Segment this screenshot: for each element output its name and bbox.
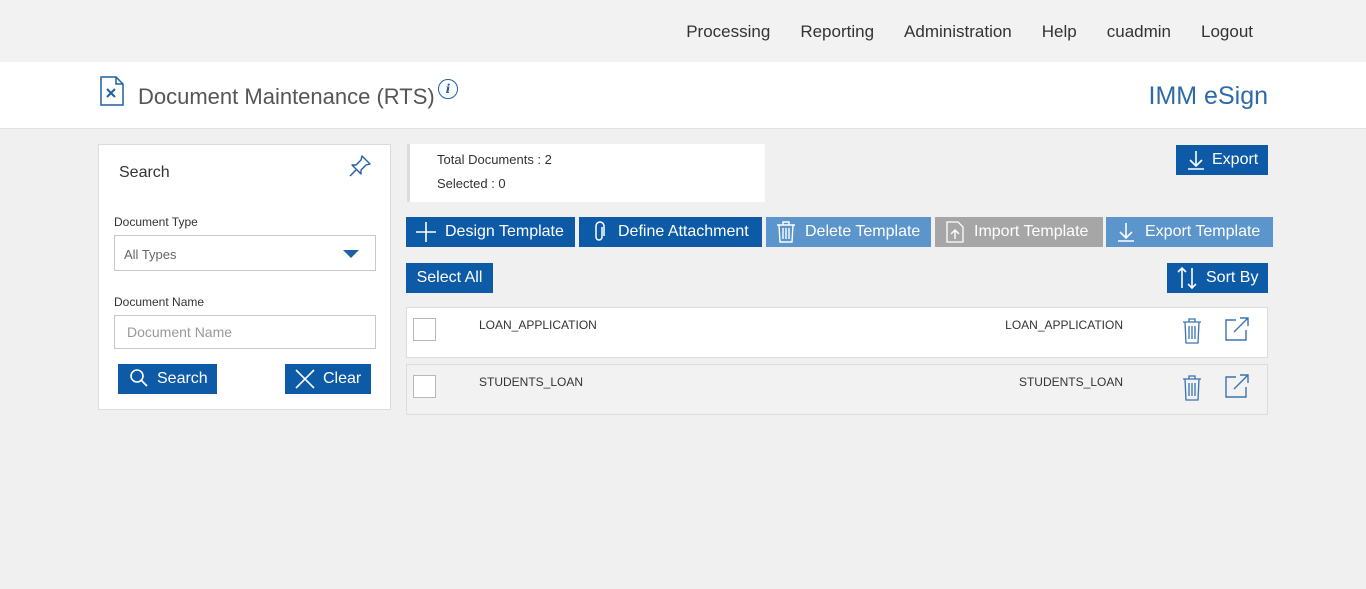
document-tools-icon bbox=[100, 76, 124, 106]
sort-by-label: Sort By bbox=[1206, 269, 1259, 286]
document-name-label: Document Name bbox=[114, 295, 205, 309]
open-external-icon[interactable] bbox=[1224, 373, 1250, 399]
nav-logout[interactable]: Logout bbox=[1201, 22, 1253, 42]
document-name: LOAN_APPLICATION bbox=[479, 318, 597, 332]
paperclip-icon bbox=[595, 221, 605, 241]
delete-template-button[interactable]: Delete Template bbox=[766, 217, 931, 247]
trash-icon bbox=[777, 221, 795, 243]
magnifier-icon bbox=[130, 369, 148, 387]
nav-user[interactable]: cuadmin bbox=[1107, 22, 1171, 42]
document-row[interactable]: STUDENTS_LOAN STUDENTS_LOAN bbox=[406, 364, 1268, 415]
total-documents: Total Documents : 2 bbox=[437, 152, 552, 167]
download-icon bbox=[1118, 223, 1134, 242]
document-title: STUDENTS_LOAN bbox=[1018, 375, 1123, 389]
caret-down-icon bbox=[343, 250, 359, 258]
selected-count: Selected : 0 bbox=[437, 176, 506, 191]
document-row[interactable]: LOAN_APPLICATION LOAN_APPLICATION bbox=[406, 307, 1268, 358]
import-template-button[interactable]: Import Template bbox=[935, 217, 1103, 247]
define-attachment-label: Define Attachment bbox=[618, 223, 749, 240]
page-title: Document Maintenance (RTS) bbox=[138, 84, 435, 109]
define-attachment-button[interactable]: Define Attachment bbox=[579, 217, 762, 247]
nav-administration[interactable]: Administration bbox=[904, 22, 1012, 42]
trash-icon[interactable] bbox=[1181, 375, 1203, 401]
select-all-label: Select All bbox=[416, 269, 483, 286]
export-template-button[interactable]: Export Template bbox=[1106, 217, 1273, 247]
document-title: LOAN_APPLICATION bbox=[1005, 318, 1123, 332]
document-name-input[interactable] bbox=[114, 315, 376, 349]
row-checkbox[interactable] bbox=[413, 318, 436, 341]
import-file-icon bbox=[946, 221, 964, 243]
search-button-label: Search bbox=[157, 370, 208, 387]
document-type-label: Document Type bbox=[114, 215, 198, 229]
trash-icon[interactable] bbox=[1181, 318, 1203, 344]
top-navigation: Processing Reporting Administration Help… bbox=[0, 0, 1366, 62]
download-icon bbox=[1188, 151, 1204, 170]
delete-template-label: Delete Template bbox=[805, 223, 921, 240]
sort-icon bbox=[1177, 266, 1197, 290]
info-icon[interactable]: i bbox=[438, 79, 458, 99]
page-header: Document Maintenance (RTS) i IMM eSign bbox=[0, 62, 1366, 129]
document-type-select[interactable]: All Types bbox=[114, 235, 376, 271]
clear-button[interactable]: Clear bbox=[285, 364, 371, 394]
close-icon bbox=[295, 369, 315, 389]
brand-name: IMM eSign bbox=[1148, 82, 1268, 110]
open-external-icon[interactable] bbox=[1224, 316, 1250, 342]
clear-button-label: Clear bbox=[323, 370, 362, 387]
select-all-button[interactable]: Select All bbox=[406, 263, 493, 293]
sort-by-button[interactable]: Sort By bbox=[1167, 263, 1268, 293]
plus-icon bbox=[416, 222, 436, 242]
document-name: STUDENTS_LOAN bbox=[479, 375, 584, 389]
import-template-label: Import Template bbox=[974, 223, 1089, 240]
nav-processing[interactable]: Processing bbox=[686, 22, 770, 42]
document-type-value: All Types bbox=[124, 247, 177, 262]
row-checkbox[interactable] bbox=[413, 375, 436, 398]
top-menu: Processing Reporting Administration Help… bbox=[656, 22, 1253, 42]
export-button[interactable]: Export bbox=[1176, 145, 1268, 175]
design-template-button[interactable]: Design Template bbox=[406, 217, 575, 247]
nav-help[interactable]: Help bbox=[1042, 22, 1077, 42]
export-button-label: Export bbox=[1212, 151, 1259, 168]
document-stats: Total Documents : 2 Selected : 0 bbox=[407, 144, 765, 202]
search-button[interactable]: Search bbox=[118, 364, 217, 394]
export-template-label: Export Template bbox=[1145, 223, 1261, 240]
nav-reporting[interactable]: Reporting bbox=[800, 22, 874, 42]
pin-icon[interactable] bbox=[347, 153, 373, 179]
search-panel-title: Search bbox=[119, 164, 170, 181]
search-panel: Search Document Type All Types Document … bbox=[98, 144, 391, 410]
design-template-label: Design Template bbox=[445, 223, 564, 240]
